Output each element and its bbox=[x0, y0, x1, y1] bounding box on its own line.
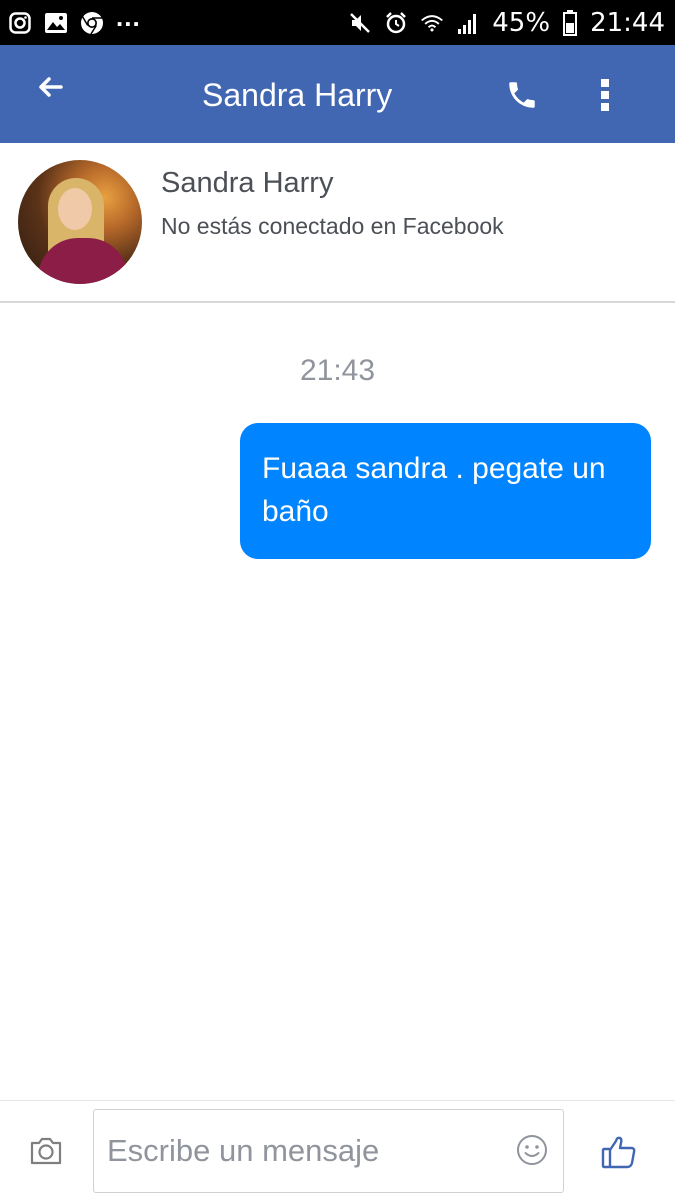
contact-status: No estás conectado en Facebook bbox=[161, 213, 504, 239]
battery-icon bbox=[562, 9, 578, 36]
chrome-icon bbox=[80, 11, 104, 35]
notification-overflow: ... bbox=[116, 2, 141, 32]
conversation-title: Sandra Harry bbox=[202, 77, 393, 113]
alarm-icon bbox=[384, 11, 408, 35]
avatar[interactable] bbox=[18, 160, 142, 284]
gallery-icon bbox=[44, 11, 68, 35]
contact-name: Sandra Harry bbox=[161, 167, 334, 199]
outgoing-message-bubble[interactable]: Fuaaa sandra . pegate un baño bbox=[240, 423, 651, 559]
wifi-icon bbox=[420, 11, 444, 35]
back-arrow-icon bbox=[37, 76, 63, 103]
emoji-icon bbox=[516, 1134, 548, 1171]
status-bar-left: ... bbox=[8, 2, 141, 35]
contact-header[interactable]: Sandra Harry No estás conectado en Faceb… bbox=[0, 143, 675, 303]
more-vertical-icon bbox=[600, 78, 610, 117]
call-button[interactable] bbox=[500, 75, 544, 119]
thumbs-up-icon bbox=[601, 1135, 637, 1174]
back-button[interactable] bbox=[30, 69, 70, 109]
mute-icon bbox=[348, 11, 372, 35]
battery-percent: 45% bbox=[492, 7, 551, 38]
status-bar-right: 45% 21:44 bbox=[348, 8, 665, 38]
app-bar: Sandra Harry bbox=[0, 45, 675, 143]
signal-icon bbox=[456, 11, 480, 35]
message-composer bbox=[0, 1100, 675, 1200]
phone-icon bbox=[505, 78, 539, 117]
message-timestamp: 21:43 bbox=[299, 354, 376, 387]
more-options-button[interactable] bbox=[585, 75, 625, 119]
like-button[interactable] bbox=[598, 1133, 640, 1175]
emoji-button[interactable] bbox=[514, 1134, 550, 1170]
avatar-face bbox=[58, 188, 92, 230]
message-input[interactable] bbox=[93, 1109, 564, 1193]
camera-button[interactable] bbox=[24, 1131, 68, 1175]
instagram-icon bbox=[8, 11, 32, 35]
camera-icon bbox=[29, 1136, 63, 1171]
status-bar: ... 45% 21:44 bbox=[0, 0, 675, 45]
clock: 21:44 bbox=[590, 7, 665, 38]
